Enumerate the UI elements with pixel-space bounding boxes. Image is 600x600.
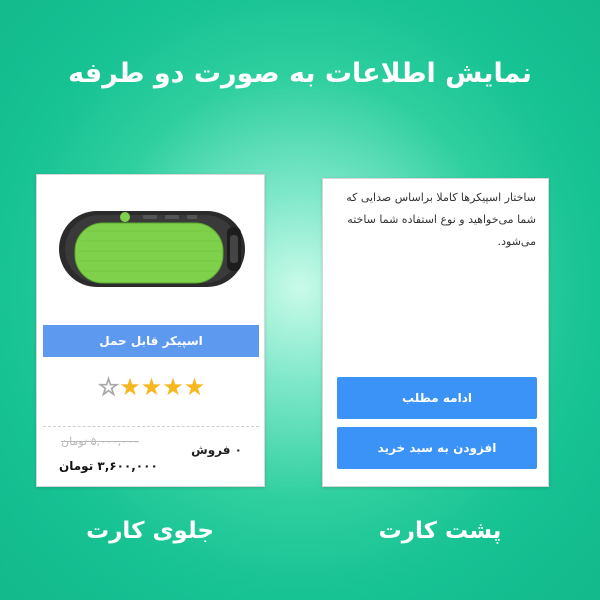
product-description: ساختار اسپیکرها کاملا براساس صدایی که شم… [346, 191, 536, 248]
sales-count: ۰ فروش [191, 443, 242, 457]
product-title[interactable]: اسپیکر قابل حمل [43, 325, 259, 357]
divider [43, 426, 259, 427]
old-price: ۵,۰۰۰,۰۰۰ تومان [61, 435, 139, 448]
page-title: نمایش اطلاعات به صورت دو طرفه [68, 58, 532, 89]
product-card-back: ساختار اسپیکرها کاملا براساس صدایی که شم… [322, 178, 549, 487]
read-more-button[interactable]: ادامه مطلب [337, 377, 537, 419]
add-to-cart-button[interactable]: افزودن به سبد خرید [337, 427, 537, 469]
front-caption: جلوی کارت [86, 518, 214, 544]
speaker-product-image [59, 211, 245, 287]
star-full-icon: ★★★★ [119, 373, 206, 401]
star-empty-icon: ☆ [97, 373, 120, 402]
product-card-front: اسپیکر قابل حمل ☆ ★★★★ ۰ فروش ۵,۰۰۰,۰۰۰ … [36, 174, 265, 487]
new-price: ۳,۶۰۰,۰۰۰ تومان [59, 459, 158, 473]
back-caption: پشت کارت [378, 518, 502, 544]
rating-stars: ☆ ★★★★ [37, 373, 266, 402]
